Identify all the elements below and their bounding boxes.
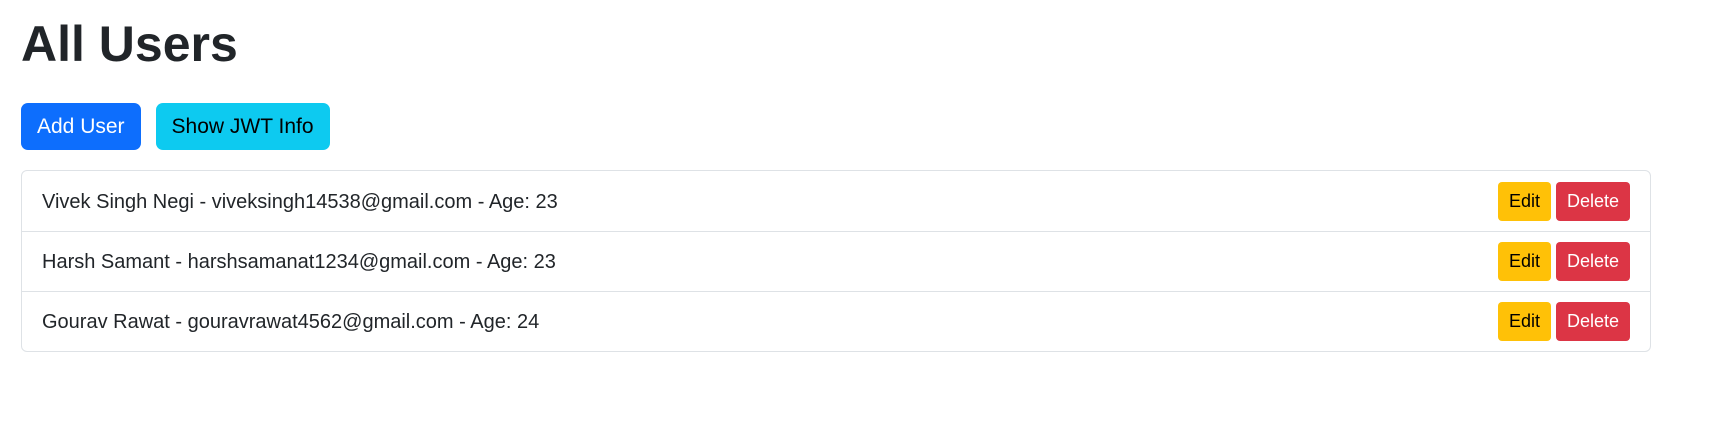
user-info: Harsh Samant - harshsamanat1234@gmail.co… xyxy=(42,251,556,273)
delete-button[interactable]: Delete xyxy=(1555,242,1630,281)
user-info: Gourav Rawat - gouravrawat4562@gmail.com… xyxy=(42,311,540,333)
user-info: Vivek Singh Negi - viveksingh14538@gmail… xyxy=(42,190,558,213)
row-actions: Edit Delete xyxy=(1497,181,1630,221)
edit-button[interactable]: Edit xyxy=(1497,302,1551,341)
user-list: Vivek Singh Negi - viveksingh14538@gmail… xyxy=(21,170,1651,352)
toolbar: Add User Show JWT Info xyxy=(21,103,1714,150)
list-item: Vivek Singh Negi - viveksingh14538@gmail… xyxy=(22,171,1650,231)
delete-button[interactable]: Delete xyxy=(1555,181,1630,221)
delete-button[interactable]: Delete xyxy=(1555,302,1630,341)
add-user-button[interactable]: Add User xyxy=(21,103,141,150)
row-actions: Edit Delete xyxy=(1497,242,1630,281)
edit-button[interactable]: Edit xyxy=(1497,181,1551,221)
show-jwt-info-button[interactable]: Show JWT Info xyxy=(155,103,330,150)
page-title: All Users xyxy=(21,16,238,72)
edit-button[interactable]: Edit xyxy=(1497,242,1551,281)
row-actions: Edit Delete xyxy=(1497,302,1630,341)
list-item: Gourav Rawat - gouravrawat4562@gmail.com… xyxy=(22,291,1650,351)
users-page: All Users Add User Show JWT Info Vivek S… xyxy=(0,0,1714,446)
list-item: Harsh Samant - harshsamanat1234@gmail.co… xyxy=(22,231,1650,291)
